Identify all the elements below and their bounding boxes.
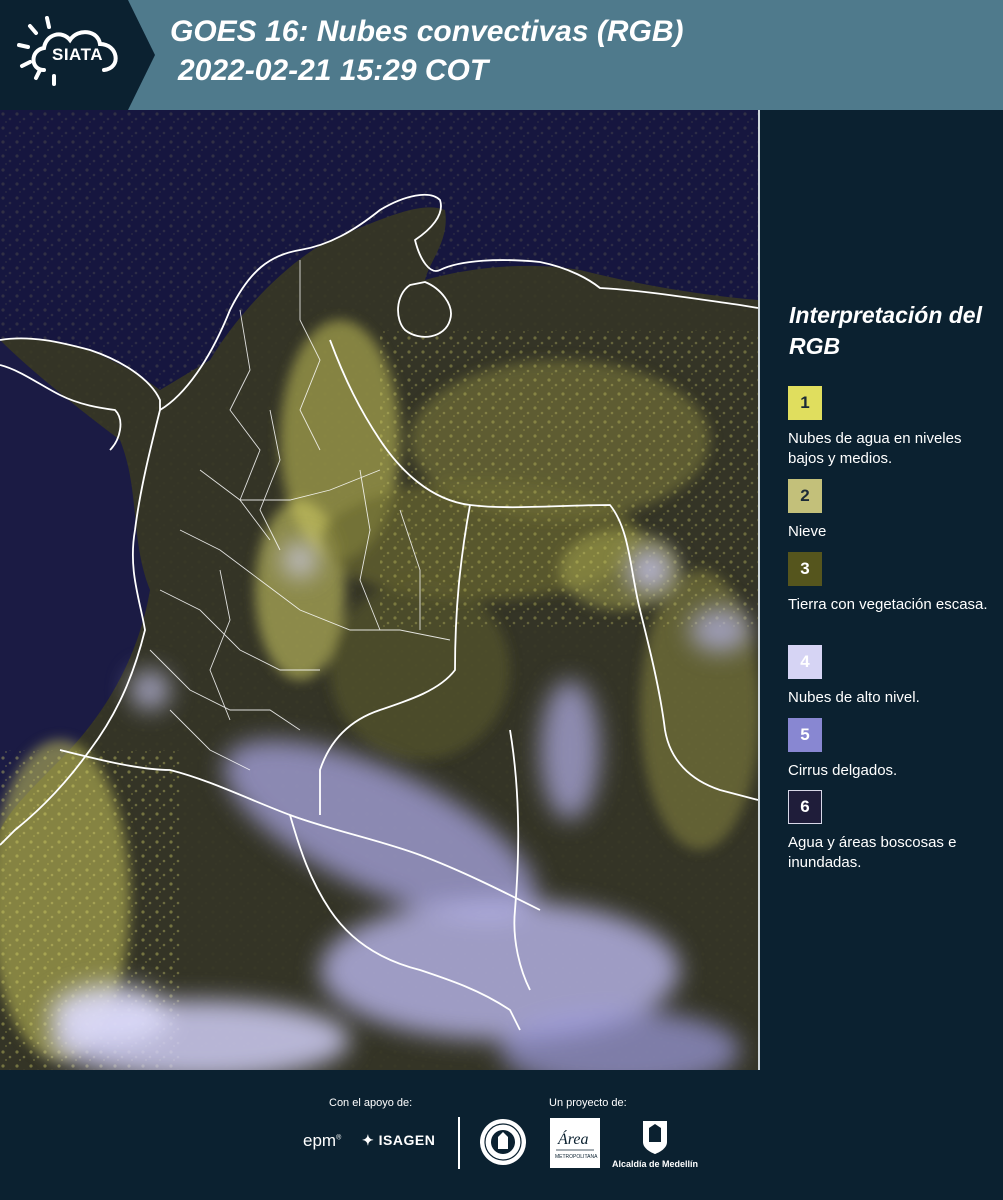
legend-number: 1 [800, 393, 810, 412]
page-title: GOES 16: Nubes convectivas (RGB) [170, 15, 684, 48]
logo-text: SIATA [52, 45, 103, 64]
satellite-map-image-icon [0, 110, 758, 1070]
svg-text:Área: Área [557, 1129, 589, 1148]
page-timestamp: 2022-02-21 15:29 COT [178, 54, 489, 87]
project-label: Un proyecto de: [549, 1097, 627, 1109]
footer: Con el apoyo de: Un proyecto de: epm® ✦ … [0, 1070, 1003, 1200]
legend-label: Nubes de alto nivel. [788, 689, 920, 706]
legend-label: Nieve [788, 523, 827, 540]
satellite-map [0, 110, 758, 1070]
header-bar: SIATA GOES 16: Nubes convectivas (RGB) 2… [0, 0, 1003, 110]
medellin-seal-icon[interactable] [478, 1117, 528, 1167]
epm-logo[interactable]: epm® [303, 1131, 341, 1151]
legend-label: Cirrus delgados. [788, 762, 898, 779]
legend-item-6: 6 Agua y áreas boscosas e inundadas. [788, 790, 998, 873]
legend-title: Interpretación del RGB [789, 302, 982, 359]
legend-label: Tierra con vegetación escasa. [788, 596, 988, 613]
legend-item-4: 4 Nubes de alto nivel. [788, 645, 998, 708]
legend-panel: Interpretación del RGB 1 Nubes de agua e… [760, 110, 1003, 1070]
footer-divider [458, 1117, 460, 1169]
isagen-icon: ✦ [362, 1132, 379, 1148]
legend-item-3: 3 Tierra con vegetación escasa. [788, 552, 998, 615]
epm-logo-text: epm [303, 1131, 337, 1150]
legend-item-5: 5 Cirrus delgados. [788, 718, 998, 781]
legend-item-1: 1 Nubes de agua en niveles bajos y medio… [788, 386, 998, 469]
isagen-logo-text: ISAGEN [378, 1132, 436, 1148]
legend-swatch-2: 2 [788, 479, 822, 513]
area-metropolitana-logo-icon[interactable]: Área METROPOLITANA [550, 1118, 600, 1168]
alcaldia-medellin-shield-icon[interactable] [640, 1118, 670, 1156]
legend-swatch-3: 3 [788, 552, 822, 586]
legend-number: 6 [800, 797, 810, 816]
legend-swatch-1: 1 [788, 386, 822, 420]
svg-text:METROPOLITANA: METROPOLITANA [555, 1154, 598, 1160]
legend-number: 5 [800, 725, 810, 744]
legend-swatch-5: 5 [788, 718, 822, 752]
legend-label: Agua y áreas boscosas e inundadas. [788, 834, 957, 871]
legend-number: 3 [800, 559, 810, 578]
legend-number: 2 [800, 486, 810, 505]
legend-swatch-4: 4 [788, 645, 822, 679]
siata-logo[interactable]: SIATA [0, 0, 155, 110]
legend-label: Nubes de agua en niveles bajos y medios. [788, 430, 962, 467]
support-label: Con el apoyo de: [329, 1097, 413, 1109]
legend-number: 4 [800, 652, 810, 671]
legend-item-2: 2 Nieve [788, 479, 998, 542]
alcaldia-logo-text: Alcaldía de Medellín [612, 1159, 699, 1169]
legend-swatch-6: 6 [788, 790, 822, 824]
isagen-logo[interactable]: ✦ ISAGEN [362, 1132, 435, 1149]
